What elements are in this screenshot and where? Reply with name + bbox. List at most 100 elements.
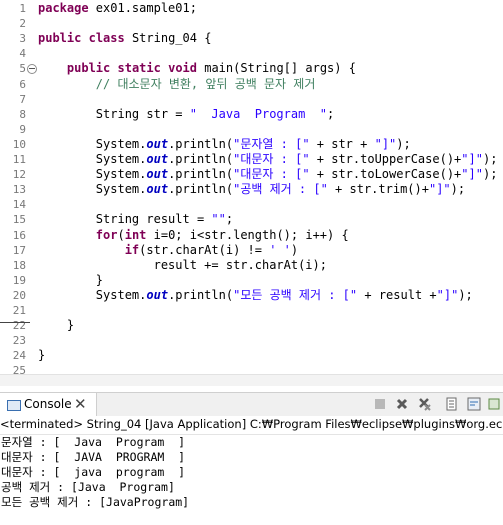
code-token: + str.trim()+	[327, 182, 429, 197]
pin-console-icon[interactable]	[486, 397, 502, 413]
code-line[interactable]: 1 package ex01.sample01;	[0, 1, 503, 16]
code-line[interactable]: 22 }	[0, 318, 503, 333]
console-status-line: <terminated> String_04 [Java Application…	[0, 416, 503, 435]
code-line[interactable]: 21	[0, 303, 503, 318]
line-number: 1	[19, 2, 26, 15]
code-token: package	[38, 1, 89, 15]
line-number: 7	[19, 92, 26, 106]
console-output-line: 공백 제거 : [Java Program]	[1, 480, 175, 494]
remove-all-icon[interactable]	[416, 397, 432, 413]
code-token: .println(	[168, 152, 234, 166]
code-token: + str.toLowerCase()+	[309, 167, 462, 182]
code-line[interactable]: 7	[0, 92, 503, 107]
code-token: "문자열 : ["	[233, 136, 310, 151]
code-token: + str +	[309, 136, 375, 151]
line-number: 13	[12, 183, 26, 197]
code-text: package ex01.sample01;	[38, 1, 197, 16]
code-token: if	[124, 242, 140, 257]
tab-console[interactable]: Console ✕	[0, 393, 97, 417]
code-line[interactable]: 16 for(int i=0; i<str.length(); i++) {	[0, 228, 503, 243]
code-line[interactable]: 10 System.out.println("문자열 : [" + str + …	[0, 137, 503, 152]
code-token: "]"	[461, 167, 483, 182]
code-text: }	[38, 318, 74, 333]
code-line[interactable]: 15 String result = "";	[0, 212, 503, 227]
code-token: out	[146, 167, 169, 182]
code-token: );	[482, 167, 498, 182]
code-token: System.	[38, 152, 147, 166]
code-token: );	[458, 287, 473, 302]
code-token: int	[124, 227, 147, 242]
editor-horizontal-scrollbar[interactable]	[0, 374, 503, 386]
code-text: System.out.println("공백 제거 : [" + str.tri…	[38, 182, 465, 197]
remove-launch-icon[interactable]	[394, 397, 410, 413]
scroll-lock-icon[interactable]	[444, 397, 460, 413]
code-token: main(String[] args) {	[197, 61, 356, 76]
line-number: 24	[12, 349, 26, 363]
code-line[interactable]: 2	[0, 16, 503, 31]
code-line[interactable]: 14	[0, 197, 503, 212]
code-token: result += str.charAt(i);	[38, 257, 327, 272]
code-token: String str =	[38, 106, 190, 121]
code-line[interactable]: 6 // 대소문자 변환, 앞뒤 공백 문자 제거	[0, 77, 503, 92]
code-token: ex01.sample01;	[88, 1, 197, 15]
line-number: 10	[12, 137, 26, 151]
code-line[interactable]: 24}	[0, 348, 503, 363]
code-token: i=0; i<str.length(); i++) {	[146, 227, 349, 242]
line-number: 2	[19, 17, 26, 31]
code-line[interactable]: 18 result += str.charAt(i);	[0, 258, 503, 273]
code-token: public	[66, 61, 111, 76]
code-token: ""	[211, 212, 226, 227]
code-token: )	[290, 242, 299, 257]
code-token: out	[146, 136, 169, 151]
code-token: + str.toUpperCase()+	[309, 152, 462, 166]
code-text: // 대소문자 변환, 앞뒤 공백 문자 제거	[38, 77, 316, 92]
code-editor[interactable]: 1 package ex01.sample01; 2 3 public class St…	[0, 0, 503, 386]
code-token: }	[38, 318, 75, 333]
fold-toggle-icon[interactable]	[27, 64, 37, 75]
code-token: System.	[38, 167, 147, 182]
code-line[interactable]: 13 System.out.println("공백 제거 : [" + str.…	[0, 182, 503, 197]
code-token: "]"	[428, 182, 451, 197]
console-tab-bar: Console ✕	[0, 392, 503, 418]
terminate-icon[interactable]	[372, 397, 388, 413]
code-text: String str = " Java Program ";	[38, 107, 334, 122]
code-line[interactable]: 5 public static void main(String[] args)…	[0, 61, 503, 76]
console-output-line: 대문자 : [ java program ]	[1, 465, 186, 479]
code-text: String result = "";	[38, 212, 233, 227]
code-line[interactable]: 17 if(str.charAt(i) != ' ')	[0, 243, 503, 258]
code-line[interactable]: 9	[0, 122, 503, 137]
code-line[interactable]: 19 }	[0, 273, 503, 288]
code-line[interactable]: 23	[0, 333, 503, 348]
code-line[interactable]: 12 System.out.println("대문자 : [" + str.to…	[0, 167, 503, 182]
line-number: 21	[12, 304, 26, 317]
code-token: "대문자 : ["	[233, 152, 310, 166]
code-token: "대문자 : ["	[233, 167, 310, 182]
code-line[interactable]: 3 public class String_04 {	[0, 31, 503, 46]
code-line[interactable]: 11 System.out.println("대문자 : [" + str.to…	[0, 152, 503, 167]
line-number: 15	[12, 213, 26, 227]
code-token: .println(	[168, 287, 234, 302]
close-icon[interactable]: ✕	[74, 395, 87, 413]
code-token: }	[38, 272, 104, 287]
code-text: System.out.println("대문자 : [" + str.toUpp…	[38, 152, 498, 167]
console-icon	[7, 400, 21, 411]
code-token: );	[450, 182, 466, 197]
code-text: result += str.charAt(i);	[38, 258, 327, 273]
line-number: 22	[12, 319, 26, 333]
code-line[interactable]: 20 System.out.println("모든 공백 제거 : [" + r…	[0, 288, 503, 303]
code-token: (	[117, 227, 125, 242]
code-token: static	[117, 61, 161, 76]
line-number: 14	[12, 198, 26, 212]
code-text: }	[38, 273, 103, 288]
code-token: out	[146, 182, 169, 197]
code-line[interactable]: 8 String str = " Java Program ";	[0, 107, 503, 122]
code-text: }	[38, 348, 45, 363]
code-line[interactable]: 4	[0, 46, 503, 61]
word-wrap-icon[interactable]	[466, 397, 482, 413]
code-text: public static void main(String[] args) {	[38, 61, 356, 76]
code-token: for	[95, 227, 118, 242]
code-token: void	[168, 61, 197, 76]
code-token: " Java Program "	[189, 106, 327, 121]
